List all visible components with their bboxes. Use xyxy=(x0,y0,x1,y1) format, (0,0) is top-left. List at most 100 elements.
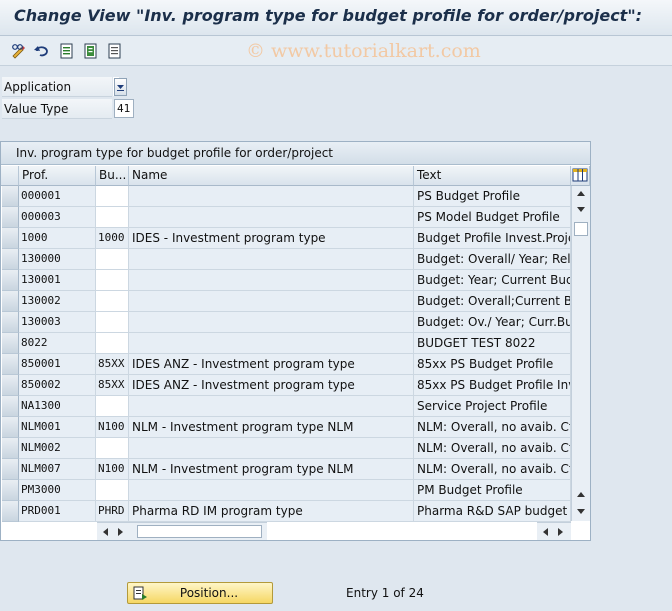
position-button-label: Position... xyxy=(179,586,239,600)
cell-bu: PHRD xyxy=(96,501,129,522)
scroll-up-icon[interactable] xyxy=(576,189,586,197)
row-selector[interactable] xyxy=(2,291,19,312)
cell-bu xyxy=(96,438,129,459)
table-row[interactable]: 130000 Budget: Overall/ Year; Releas xyxy=(2,249,571,270)
table-row[interactable]: 850002 85XX IDES ANZ - Investment program … xyxy=(2,375,571,396)
cell-name xyxy=(129,207,414,228)
table-row[interactable]: 850001 85XX IDES ANZ - Investment program … xyxy=(2,354,571,375)
cell-text: Budget: Overall/ Year; Releas xyxy=(414,249,571,270)
row-selector[interactable] xyxy=(2,480,19,501)
column-header-name[interactable]: Name xyxy=(129,166,414,186)
scroll-right-icon[interactable] xyxy=(117,527,125,537)
cell-name: IDES - Investment program type xyxy=(129,228,414,249)
entry-counter: Entry 1 of 24 xyxy=(346,586,424,600)
row-selector[interactable] xyxy=(2,396,19,417)
cell-prof: PRD001 xyxy=(19,501,96,522)
display-change-icon[interactable] xyxy=(10,42,28,60)
row-selector[interactable] xyxy=(2,438,19,459)
row-selector[interactable] xyxy=(2,228,19,249)
watermark: © www.tutorialkart.com xyxy=(246,40,481,62)
cell-name xyxy=(129,396,414,417)
row-selector[interactable] xyxy=(2,459,19,480)
cell-text: Budget: Ov./ Year; Curr.Bud xyxy=(414,312,571,333)
table-row[interactable]: 130001 Budget: Year; Current Budg xyxy=(2,270,571,291)
cell-prof: 130001 xyxy=(19,270,96,291)
scroll-up-icon[interactable] xyxy=(576,490,586,498)
scroll-right-icon[interactable] xyxy=(557,527,565,537)
vertical-scroll-thumb[interactable] xyxy=(574,222,588,236)
application-dropdown-button[interactable] xyxy=(114,78,127,96)
table-row[interactable]: PM3000 PM Budget Profile xyxy=(2,480,571,501)
select-all-icon[interactable] xyxy=(82,42,100,60)
cell-bu: 85XX xyxy=(96,354,129,375)
row-selector[interactable] xyxy=(2,312,19,333)
application-toolbar: © www.tutorialkart.com xyxy=(0,36,672,66)
column-header-bu[interactable]: Bu... xyxy=(96,166,129,186)
table-row[interactable]: 000003 PS Model Budget Profile xyxy=(2,207,571,228)
row-selector[interactable] xyxy=(2,375,19,396)
table-row[interactable]: NLM002 NLM: Overall, no avaib. Ctrl xyxy=(2,438,571,459)
column-header-text[interactable]: Text xyxy=(414,166,571,186)
cell-prof: 1000 xyxy=(19,228,96,249)
row-selector[interactable] xyxy=(2,249,19,270)
cell-name xyxy=(129,249,414,270)
cell-name xyxy=(129,312,414,333)
cell-prof: 130003 xyxy=(19,312,96,333)
cell-name: Pharma RD IM program type xyxy=(129,501,414,522)
table-row[interactable]: NA1300 Service Project Profile xyxy=(2,396,571,417)
cell-bu xyxy=(96,249,129,270)
cell-text: 85xx PS Budget Profile xyxy=(414,354,571,375)
row-selector[interactable] xyxy=(2,417,19,438)
cell-text: Budget: Overall;Current Bud xyxy=(414,291,571,312)
scroll-left-icon[interactable] xyxy=(101,527,109,537)
select-all-rows-corner[interactable] xyxy=(1,166,19,186)
cell-name xyxy=(129,480,414,501)
table-row[interactable]: 1000 1000 IDES - Investment program type Bu… xyxy=(2,228,571,249)
cell-bu xyxy=(96,480,129,501)
row-selector[interactable] xyxy=(2,186,19,207)
cell-text: NLM: Overall, no avaib. Ctrl xyxy=(414,438,571,459)
vertical-scrollbar[interactable] xyxy=(571,186,590,521)
row-selector[interactable] xyxy=(2,501,19,522)
scroll-left-icon[interactable] xyxy=(541,527,549,537)
table-row[interactable]: PRD001 PHRD Pharma RD IM program type Pharm… xyxy=(2,501,571,522)
horizontal-scrollbar-text[interactable] xyxy=(537,522,571,540)
table-row[interactable]: 130003 Budget: Ov./ Year; Curr.Bud xyxy=(2,312,571,333)
horizontal-scrollbar[interactable] xyxy=(97,522,267,540)
cell-name xyxy=(129,438,414,459)
cell-bu xyxy=(96,270,129,291)
cell-text: PM Budget Profile xyxy=(414,480,571,501)
table-row[interactable]: 130002 Budget: Overall;Current Bud xyxy=(2,291,571,312)
position-icon xyxy=(133,586,147,600)
row-selector[interactable] xyxy=(2,354,19,375)
cell-prof: 000003 xyxy=(19,207,96,228)
position-button[interactable]: Position... xyxy=(127,582,273,604)
detail-icon[interactable] xyxy=(58,42,76,60)
row-selector[interactable] xyxy=(2,333,19,354)
cell-bu: 1000 xyxy=(96,228,129,249)
column-settings-button[interactable] xyxy=(571,166,590,186)
table-row[interactable]: 8022 BUDGET TEST 8022 xyxy=(2,333,571,354)
table-row[interactable]: NLM007 N100 NLM - Investment program type … xyxy=(2,459,571,480)
cell-text: 85xx PS Budget Profile Invst xyxy=(414,375,571,396)
value-type-field[interactable]: 41 xyxy=(114,99,134,118)
cell-bu xyxy=(96,396,129,417)
table-row[interactable]: 000001 PS Budget Profile xyxy=(2,186,571,207)
column-header-prof[interactable]: Prof. xyxy=(19,166,96,186)
scroll-down-icon[interactable] xyxy=(576,206,586,214)
cell-prof: NLM001 xyxy=(19,417,96,438)
row-selector[interactable] xyxy=(2,270,19,291)
horizontal-scroll-thumb[interactable] xyxy=(137,525,262,538)
cell-name xyxy=(129,270,414,291)
table-row[interactable]: NLM001 N100 NLM - Investment program type … xyxy=(2,417,571,438)
cell-name xyxy=(129,186,414,207)
table-title: Inv. program type for budget profile for… xyxy=(1,142,590,165)
deselect-icon[interactable] xyxy=(106,42,124,60)
undo-icon[interactable] xyxy=(33,42,51,60)
cell-text: Service Project Profile xyxy=(414,396,571,417)
chevron-down-icon xyxy=(117,85,124,91)
row-selector[interactable] xyxy=(2,207,19,228)
cell-prof: PM3000 xyxy=(19,480,96,501)
scroll-down-icon[interactable] xyxy=(576,508,586,516)
cell-name: NLM - Investment program type NLM xyxy=(129,459,414,480)
